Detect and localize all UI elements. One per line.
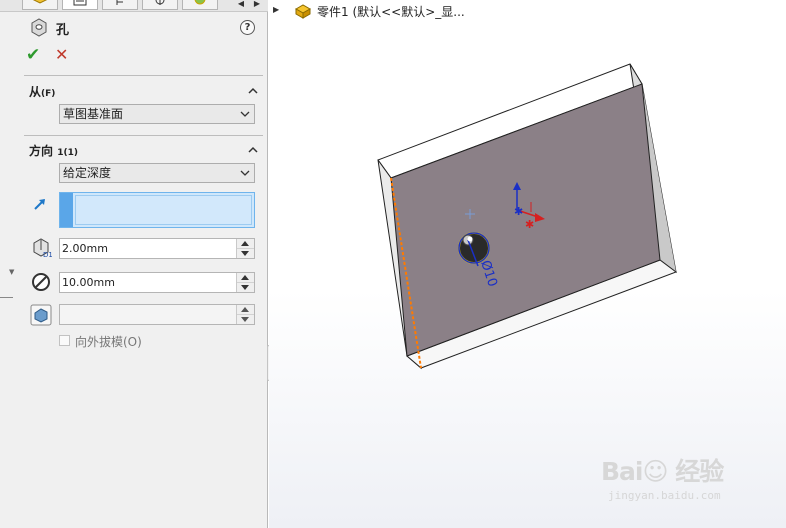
svg-text:✱: ✱ — [525, 218, 534, 231]
tab-display-manager[interactable] — [182, 0, 218, 10]
from-section-title: 从(F) — [29, 85, 56, 99]
graphics-area[interactable]: ▶ 零件1 (默认<<默认>_显... ✱ ✱ Ø10 — [269, 0, 786, 528]
depth-icon: D1 — [33, 238, 52, 259]
selection-marker — [60, 193, 73, 227]
appearance-icon — [194, 0, 206, 5]
dimxpert-icon — [155, 0, 165, 5]
direction-reference-list[interactable] — [59, 192, 255, 228]
baidu-watermark: Bai☺ 经验 jingyan.baidu.com — [601, 452, 751, 514]
draft-outward-checkbox[interactable] — [59, 335, 70, 346]
spin-down-icon — [241, 251, 249, 256]
draft-spinner[interactable] — [236, 305, 254, 324]
list-icon — [73, 0, 87, 6]
end-condition-value: 给定深度 — [63, 166, 112, 180]
reference-list-box — [75, 195, 252, 225]
panel-edge-tick — [0, 297, 13, 298]
from-select-value: 草图基准面 — [63, 107, 124, 121]
divider — [24, 135, 263, 136]
spin-down-icon — [241, 317, 249, 322]
diameter-value: 10.00mm — [62, 276, 115, 289]
svg-text:✱: ✱ — [514, 205, 523, 218]
tab-configuration-manager[interactable] — [102, 0, 138, 10]
tab-property-manager[interactable] — [62, 0, 98, 10]
help-icon[interactable]: ? — [240, 20, 255, 35]
model-scene: ✱ ✱ Ø10 — [377, 63, 678, 370]
panel-flyout-icon[interactable]: ▼ — [9, 268, 14, 276]
chevron-down-icon — [240, 111, 250, 117]
from-select[interactable]: 草图基准面 — [59, 104, 255, 124]
direction-section-title: 方向 1(1) — [29, 144, 78, 158]
spin-up-icon — [241, 241, 249, 246]
direction-arrow-icon — [34, 199, 45, 210]
tab-dimxpert[interactable] — [142, 0, 178, 10]
cancel-icon[interactable]: ✕ — [55, 46, 68, 64]
end-condition-select[interactable]: 给定深度 — [59, 163, 255, 183]
depth-spinner[interactable] — [236, 239, 254, 258]
feature-title: 孔 — [56, 23, 70, 38]
collapse-from-icon[interactable] — [248, 86, 258, 96]
divider — [24, 75, 263, 76]
depth-value: 2.00mm — [62, 242, 108, 255]
spin-up-icon — [241, 307, 249, 312]
tab-scroll-right-icon[interactable]: ▶ — [250, 0, 264, 10]
ok-icon[interactable]: ✔ — [26, 46, 40, 64]
manager-tabstrip: ◀ ▶ — [0, 0, 268, 12]
svg-text:D1: D1 — [43, 251, 52, 259]
chevron-down-icon — [240, 170, 250, 176]
watermark-logo: Bai☺ 经验 — [601, 457, 724, 486]
watermark-url: jingyan.baidu.com — [608, 489, 721, 502]
property-manager: ◀ ▶ 孔 ? ✔ ✕ 从(F) 草图基准面 方向 1(1) 给定深度 D1 2… — [0, 0, 268, 528]
depth-input[interactable]: 2.00mm — [59, 238, 255, 259]
tab-feature-manager[interactable] — [22, 0, 58, 10]
feature-header: 孔 ? — [0, 16, 268, 40]
config-icon — [116, 0, 123, 5]
diameter-icon — [32, 273, 50, 291]
diameter-input[interactable]: 10.00mm — [59, 272, 255, 293]
part-icon — [32, 0, 48, 4]
hole-feature-icon — [31, 18, 47, 37]
collapse-direction-icon[interactable] — [248, 145, 258, 155]
draft-angle-input[interactable] — [59, 304, 255, 325]
draft-outward-label: 向外拔模(O) — [75, 335, 142, 349]
draft-toggle-icon[interactable] — [30, 304, 52, 326]
diameter-spinner[interactable] — [236, 273, 254, 292]
spin-down-icon — [241, 285, 249, 290]
tab-scroll-left-icon[interactable]: ◀ — [234, 0, 248, 10]
spin-up-icon — [241, 275, 249, 280]
